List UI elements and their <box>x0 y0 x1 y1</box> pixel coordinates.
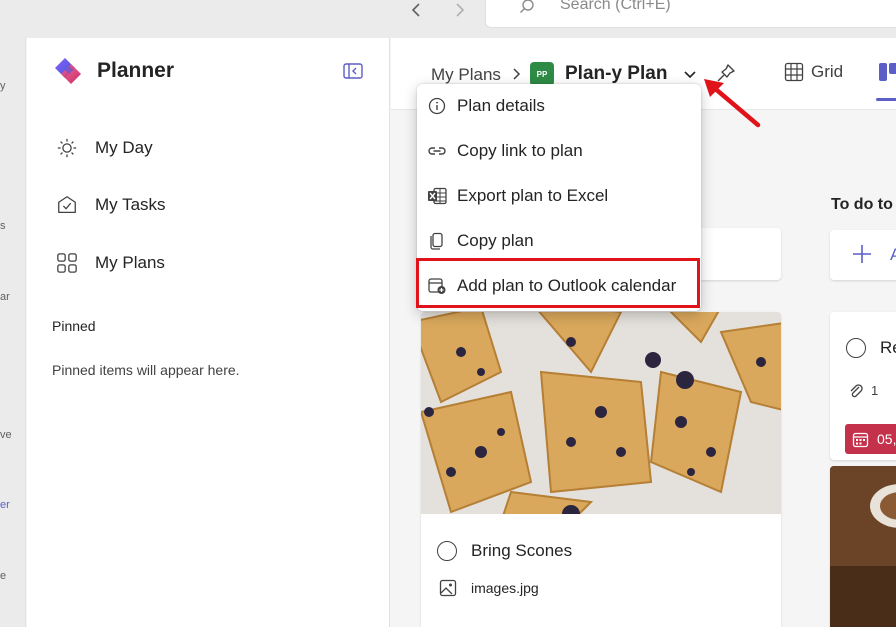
forward-button[interactable] <box>447 0 471 20</box>
task-card-bring-scones[interactable]: Bring Scones images.jpg <box>421 312 781 627</box>
pinned-empty-message: Pinned items will appear here. <box>52 362 240 378</box>
calendar-icon <box>852 432 869 448</box>
task-complete-checkbox[interactable] <box>437 541 457 561</box>
task-title: Bring Scones <box>471 541 573 560</box>
copy-icon <box>430 232 443 250</box>
sidebar-item-label: My Tasks <box>95 195 166 214</box>
sidebar: Planner My Day My Tasks My Plans Pinned … <box>27 38 390 627</box>
task-icon <box>55 193 79 217</box>
sidebar-item-my-day[interactable]: My Day <box>55 133 355 163</box>
rail-label[interactable]: ve <box>0 429 12 441</box>
grid-view-icon[interactable] <box>784 62 804 82</box>
rail-label[interactable]: y <box>0 80 6 92</box>
app-rail: y s ar ve er e <box>0 38 26 627</box>
task-card-image[interactable] <box>830 466 896 627</box>
title-bar: Search (Ctrl+E) <box>0 0 896 38</box>
task-title: Re <box>880 338 896 357</box>
breadcrumb-my-plans[interactable]: My Plans <box>431 65 501 85</box>
rail-label[interactable]: s <box>0 220 6 232</box>
search-placeholder: Search (Ctrl+E) <box>560 0 671 13</box>
attachment-name[interactable]: images.jpg <box>471 580 539 596</box>
chevron-left-icon <box>411 3 420 17</box>
sidebar-item-label: My Day <box>95 138 153 157</box>
due-date-text: 05, <box>877 431 896 447</box>
chevron-right-icon <box>513 68 521 80</box>
add-task-label: A <box>890 245 896 264</box>
menu-item-label: Export plan to Excel <box>457 186 609 205</box>
link-icon <box>428 147 446 155</box>
app-title: Planner <box>97 59 175 82</box>
plan-avatar: PP <box>530 62 554 86</box>
column-title-todo: To do to <box>831 196 893 213</box>
search-icon <box>520 0 534 13</box>
attachment-count: 1 <box>871 383 879 398</box>
excel-icon <box>428 187 447 205</box>
task-complete-checkbox[interactable] <box>846 338 866 358</box>
plus-icon <box>853 245 871 263</box>
sidebar-item-my-tasks[interactable]: My Tasks <box>55 190 355 220</box>
add-task-button[interactable]: A <box>830 230 896 280</box>
chevron-down-icon[interactable] <box>683 67 697 81</box>
image-icon <box>439 579 457 597</box>
info-icon <box>428 97 446 115</box>
rail-label-planner[interactable]: er <box>0 499 10 511</box>
rail-label[interactable]: e <box>0 570 6 582</box>
highlight-annotation <box>416 258 700 308</box>
sidebar-item-label: My Plans <box>95 253 165 272</box>
active-tab-indicator <box>876 98 896 101</box>
paperclip-icon <box>850 384 863 398</box>
coffee-image <box>830 466 896 627</box>
back-button[interactable] <box>405 0 429 20</box>
menu-item-copy-link[interactable]: Copy link to plan <box>417 131 701 171</box>
menu-item-label: Plan details <box>457 96 545 115</box>
menu-item-label: Copy plan <box>457 231 534 250</box>
menu-item-label: Copy link to plan <box>457 141 583 160</box>
tab-grid[interactable]: Grid <box>811 62 843 82</box>
task-card[interactable]: Re 1 05, <box>830 312 896 460</box>
menu-item-export-excel[interactable]: Export plan to Excel <box>417 176 701 216</box>
sun-icon <box>55 136 79 160</box>
plans-grid-icon <box>55 251 79 275</box>
arrow-annotation-icon <box>704 79 761 128</box>
pinned-section-title: Pinned <box>52 318 96 334</box>
scones-image <box>421 312 781 514</box>
collapse-sidebar-icon[interactable] <box>343 62 363 80</box>
chevron-right-icon <box>456 3 465 17</box>
sidebar-item-my-plans[interactable]: My Plans <box>55 248 355 278</box>
board-view-icon[interactable] <box>878 62 896 82</box>
search-input[interactable]: Search (Ctrl+E) <box>485 0 896 28</box>
planner-logo-icon <box>55 58 81 84</box>
menu-item-copy-plan[interactable]: Copy plan <box>417 221 701 261</box>
menu-item-plan-details[interactable]: Plan details <box>417 86 701 126</box>
due-date-badge: 05, <box>845 424 896 454</box>
plan-title[interactable]: Plan-y Plan <box>565 63 667 85</box>
rail-label[interactable]: ar <box>0 291 10 303</box>
